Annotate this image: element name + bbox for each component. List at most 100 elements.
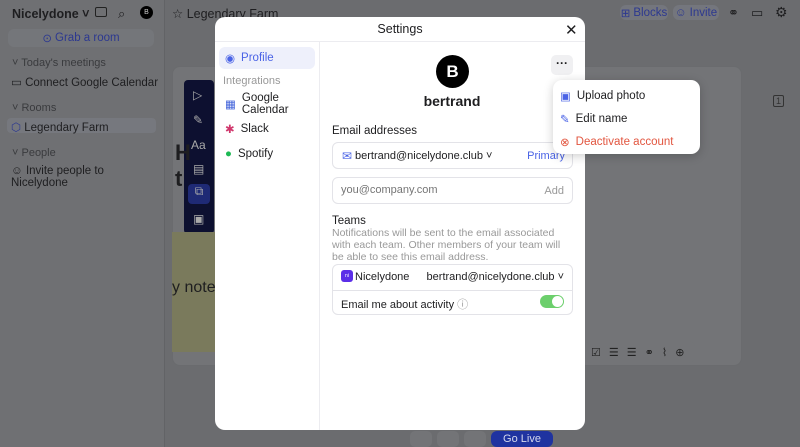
- integrations-label: Integrations: [223, 75, 281, 87]
- cube-icon: ⬡: [11, 122, 22, 134]
- settings-nav: ◉ Profile Integrations ▦ Google Calendar ✱…: [215, 42, 320, 430]
- menu-edit-name[interactable]: ✎ Edit name: [560, 112, 627, 126]
- mic-button[interactable]: [437, 431, 459, 447]
- mail-icon: ✉: [342, 149, 353, 163]
- link-icon[interactable]: ⚭: [728, 5, 739, 21]
- teams-description: Notifications will be sent to the email …: [332, 227, 561, 263]
- team-badge: ni: [341, 270, 353, 282]
- section-label: Rooms: [21, 102, 57, 114]
- shapes-icon[interactable]: ⧉: [188, 184, 210, 204]
- invite-icon: ☺: [674, 6, 687, 19]
- pen-icon[interactable]: ✎: [193, 113, 203, 127]
- profile-avatar[interactable]: B: [436, 55, 469, 88]
- profile-name: bertrand: [423, 93, 481, 109]
- close-icon[interactable]: ✕: [565, 21, 578, 39]
- invite-button[interactable]: ☺ Invite: [673, 5, 719, 20]
- new-email-row: Add: [332, 177, 573, 204]
- grab-room-button[interactable]: ⊙ Grab a room: [8, 29, 154, 47]
- workspace-name: Nicelydone: [12, 7, 79, 21]
- play-icon: ⊙: [42, 33, 53, 45]
- info-icon[interactable]: ⓘ: [457, 299, 468, 311]
- activity-toggle[interactable]: [540, 295, 564, 308]
- nav-label: Google Calendar: [241, 92, 289, 116]
- grab-room-label: Grab a room: [55, 32, 120, 44]
- workspace-switcher[interactable]: Nicelydone ˅: [12, 7, 89, 21]
- sticky-note-text: y note: [172, 279, 215, 296]
- text-icon[interactable]: Aa: [191, 138, 206, 152]
- activity-label: Email me about activity ⓘ: [341, 299, 469, 311]
- section-rooms[interactable]: ˅ Rooms: [12, 102, 56, 114]
- new-email-input[interactable]: [341, 184, 531, 196]
- team-email-select[interactable]: bertrand@nicelydone.club ˅: [427, 271, 564, 283]
- email-select[interactable]: bertrand@nicelydone.club ˅: [355, 150, 492, 162]
- attach-icon[interactable]: ⌇: [662, 346, 667, 359]
- settings-control-button[interactable]: [410, 431, 432, 447]
- nav-google-calendar[interactable]: ▦ Google Calendar: [219, 92, 315, 116]
- format-toolbar: ☑ ☰ ☰ ⚭ ⌇ ⊕: [585, 341, 695, 363]
- go-live-label: Go Live: [503, 433, 541, 445]
- nav-label: Slack: [240, 123, 269, 135]
- add-circle-icon[interactable]: ⊕: [675, 346, 684, 359]
- image-icon: ▣: [560, 91, 571, 103]
- slack-icon: ✱: [225, 124, 235, 136]
- gear-icon[interactable]: ⚙: [775, 4, 788, 21]
- profile-options-menu: ▣ Upload photo ✎ Edit name ⊗ Deactivate acc…: [553, 80, 700, 154]
- sticky-note[interactable]: y note: [172, 232, 215, 352]
- blocks-button[interactable]: ⊞ Blocks: [620, 5, 668, 20]
- add-email-button[interactable]: Add: [544, 185, 564, 197]
- numbered-list-icon[interactable]: ☰: [627, 346, 637, 359]
- invite-label: Invite: [689, 6, 718, 19]
- settings-modal: Settings ✕ ◉ Profile Integrations ▦ Google…: [215, 17, 585, 430]
- link-icon[interactable]: ⚭: [645, 346, 654, 359]
- team-name: Nicelydone: [355, 271, 410, 283]
- nav-label: Profile: [241, 52, 274, 64]
- menu-label: Deactivate account: [575, 136, 674, 148]
- nav-spotify[interactable]: ● Spotify: [219, 143, 315, 165]
- camera-button[interactable]: [464, 431, 486, 447]
- more-options-button[interactable]: ···: [551, 55, 573, 75]
- menu-deactivate-account[interactable]: ⊗ Deactivate account: [560, 135, 673, 149]
- go-live-button[interactable]: Go Live: [491, 431, 553, 447]
- divider: [333, 290, 572, 291]
- nav-slack[interactable]: ✱ Slack: [219, 118, 315, 140]
- bullet-list-icon[interactable]: ☰: [609, 346, 619, 359]
- modal-title: Settings: [215, 17, 585, 42]
- menu-label: Edit name: [575, 113, 628, 125]
- sidebar-toggle-icon[interactable]: [95, 7, 107, 17]
- spotify-icon: ●: [225, 148, 232, 160]
- cursor-icon[interactable]: ▷: [193, 88, 202, 102]
- team-card: ni Nicelydone bertrand@nicelydone.club ˅…: [332, 264, 573, 315]
- plus-square-icon: ⊞: [620, 7, 631, 20]
- invite-people-item[interactable]: ☺ Invite people to Nicelydone: [11, 165, 164, 189]
- chat-icon[interactable]: ▭: [751, 5, 763, 21]
- connect-calendar-item[interactable]: ▭ Connect Google Calendar: [11, 75, 158, 89]
- comment-icon[interactable]: 1: [773, 95, 785, 107]
- nav-label: Spotify: [237, 148, 274, 160]
- user-circle-icon: ◉: [225, 53, 236, 65]
- menu-label: Upload photo: [576, 90, 646, 102]
- item-label: Legendary Farm: [24, 122, 109, 134]
- sidebar: Nicelydone ˅ ⌕ B ⊙ Grab a room ˅ Today's …: [0, 0, 165, 447]
- menu-upload-photo[interactable]: ▣ Upload photo: [560, 89, 645, 103]
- email-section-label: Email addresses: [332, 125, 418, 137]
- checkbox-icon[interactable]: ☑: [591, 346, 601, 359]
- google-calendar-icon: ▦: [225, 99, 236, 111]
- section-label: Today's meetings: [21, 57, 106, 69]
- search-icon[interactable]: ⌕: [118, 6, 125, 22]
- item-label: Connect Google Calendar: [25, 77, 159, 89]
- nav-profile[interactable]: ◉ Profile: [219, 47, 315, 69]
- item-label: Invite people to Nicelydone: [11, 165, 104, 189]
- section-people[interactable]: ˅ People: [12, 147, 56, 159]
- section-label: People: [21, 147, 56, 159]
- note-icon[interactable]: ▤: [193, 162, 204, 176]
- image-icon[interactable]: ▣: [193, 212, 204, 226]
- teams-label: Teams: [332, 215, 366, 227]
- edit-icon: ✎: [560, 114, 570, 126]
- blocks-label: Blocks: [633, 6, 668, 19]
- room-item-legendary-farm[interactable]: ⬡ Legendary Farm: [7, 118, 156, 134]
- user-avatar[interactable]: B: [140, 6, 153, 19]
- email-row: ✉ bertrand@nicelydone.club ˅ Primary: [332, 142, 573, 169]
- canvas-heading: Ht: [175, 140, 191, 191]
- section-todays-meetings[interactable]: ˅ Today's meetings: [12, 57, 106, 69]
- x-circle-icon: ⊗: [560, 137, 570, 149]
